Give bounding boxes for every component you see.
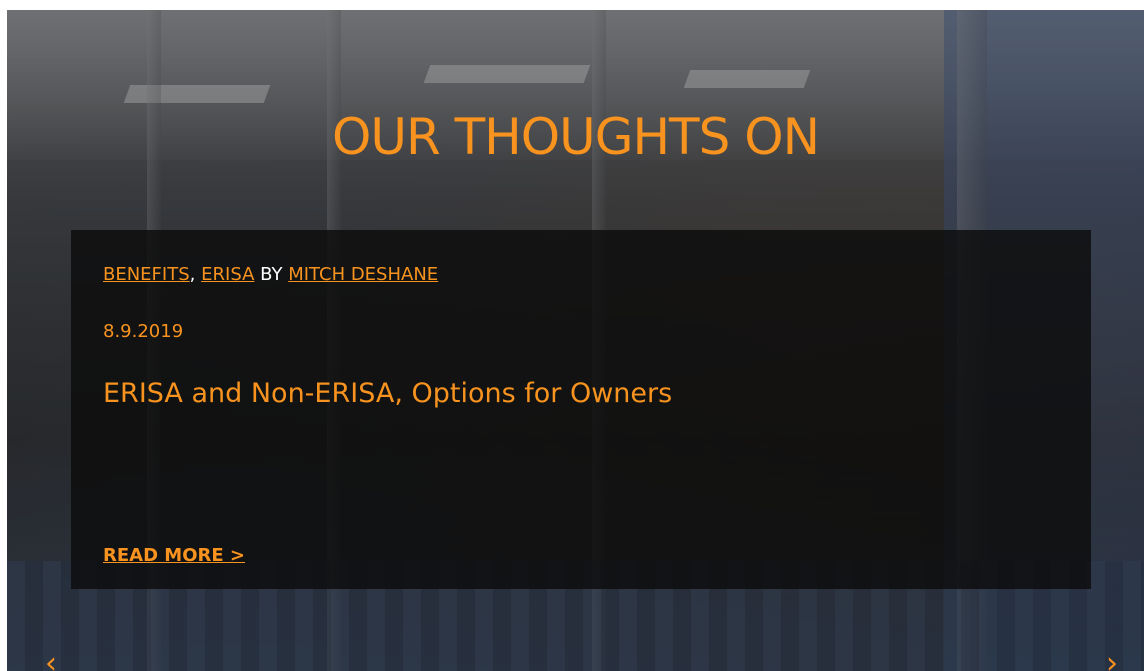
category-link-erisa[interactable]: ERISA [201,264,254,285]
category-separator: , [189,264,196,285]
chevron-right-icon[interactable]: › [1106,649,1118,671]
post-card: BENEFITS, ERISA BY MITCH DESHANE 8.9.201… [71,230,1091,589]
chevron-left-icon[interactable]: ‹ [45,649,57,671]
author-link[interactable]: MITCH DESHANE [288,264,438,285]
post-meta: BENEFITS, ERISA BY MITCH DESHANE [103,264,438,285]
by-label: BY [260,264,283,285]
post-date: 8.9.2019 [103,321,184,342]
post-title[interactable]: ERISA and Non-ERISA, Options for Owners [103,378,672,409]
page-title: OUR THOUGHTS ON [332,108,820,166]
category-link-benefits[interactable]: BENEFITS [103,264,190,285]
hero-section: OUR THOUGHTS ON BENEFITS, ERISA BY MITCH… [7,10,1144,671]
read-more-link[interactable]: READ MORE > [103,545,245,566]
